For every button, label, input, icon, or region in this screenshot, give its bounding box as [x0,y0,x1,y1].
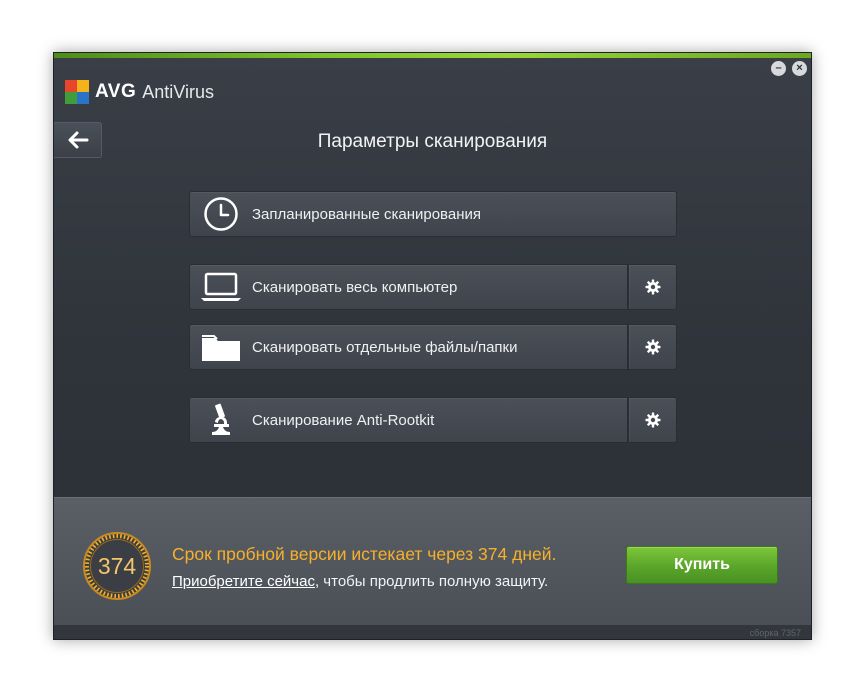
trial-suffix: , чтобы продлить полную защиту. [314,573,549,590]
avg-logo-icon [65,80,89,104]
days-remaining: 374 [97,553,137,579]
trial-subtext: Приобретите сейчас, чтобы продлить полну… [172,572,552,592]
scan-files-button[interactable]: Сканировать отдельные файлы/папки [189,324,628,370]
build-number: сборка 7357 [749,628,801,638]
gear-icon [645,279,660,295]
gear-icon [645,412,660,428]
scan-row-computer: Сканировать весь компьютер [189,264,677,310]
scan-row-files: Сканировать отдельные файлы/папки [189,324,677,370]
scan-files-settings-button[interactable] [628,324,677,370]
scan-computer-button[interactable]: Сканировать весь компьютер [189,264,628,310]
scheduled-scans-button[interactable]: Запланированные сканирования [189,191,677,237]
minimize-button[interactable]: – [771,61,786,76]
trial-panel: 374 Срок пробной версии истекает через 3… [54,497,811,628]
gear-icon [645,339,660,355]
app-window: AVG AntiVirus – × Параметры сканирования… [53,52,812,640]
scan-label: Запланированные сканирования [252,205,481,223]
buy-button[interactable]: Купить [626,546,778,584]
close-button[interactable]: × [792,61,807,76]
buy-now-link[interactable]: Приобретите сейчас [172,573,315,590]
brand-name: AVG [95,81,137,102]
scan-label: Сканировать весь компьютер [252,278,458,296]
trial-message: Срок пробной версии истекает через 374 д… [172,544,557,564]
laptop-icon [190,265,252,309]
product-name: AntiVirus [142,81,214,102]
scan-computer-settings-button[interactable] [628,264,677,310]
scan-label: Сканировать отдельные файлы/папки [252,338,518,356]
scan-rootkit-button[interactable]: Сканирование Anti-Rootkit [189,397,628,443]
scan-rootkit-settings-button[interactable] [628,397,677,443]
scan-row-rootkit: Сканирование Anti-Rootkit [189,397,677,443]
days-counter: 374 [81,530,153,602]
brand: AVG AntiVirus [65,79,214,105]
status-bar: сборка 7357 [54,625,811,639]
clock-icon [190,192,252,236]
folder-icon [190,325,252,369]
page-title: Параметры сканирования [317,131,548,152]
microscope-icon [190,398,252,442]
scan-label: Сканирование Anti-Rootkit [252,411,435,429]
accent-bar [54,53,811,58]
scan-row-scheduled: Запланированные сканирования [189,191,677,237]
